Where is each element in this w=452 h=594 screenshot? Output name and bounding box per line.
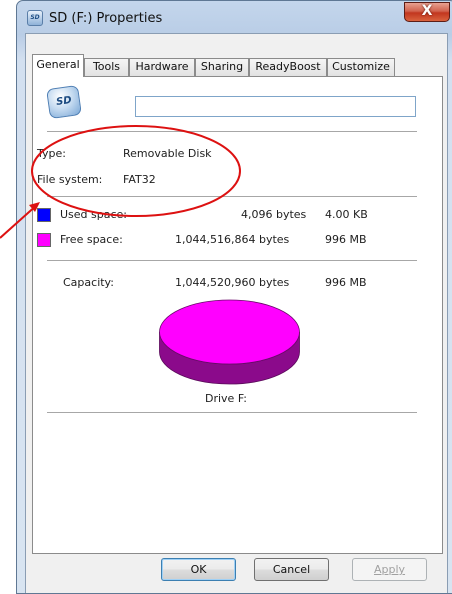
general-tab-panel: SD Type: Removable Disk File system: FAT… <box>32 76 443 554</box>
separator <box>47 196 417 197</box>
free-space-size: 996 MB <box>325 233 367 246</box>
capacity-label: Capacity: <box>63 276 114 289</box>
close-button[interactable]: X <box>404 2 450 22</box>
tab-customize[interactable]: Customize <box>327 58 395 76</box>
separator <box>47 131 417 132</box>
free-space-swatch <box>37 233 51 247</box>
disk-usage-pie-chart <box>159 299 300 385</box>
drive-label: Drive F: <box>205 392 248 405</box>
capacity-bytes: 1,044,520,960 bytes <box>175 276 290 289</box>
pie-free-slice <box>159 299 300 365</box>
dialog-client: General Tools Hardware Sharing ReadyBoos… <box>25 33 448 593</box>
used-space-label: Used space: <box>60 208 128 221</box>
sd-card-icon: SD <box>46 84 82 120</box>
used-space-bytes: 4,096 bytes <box>241 208 307 221</box>
tab-readyboost[interactable]: ReadyBoost <box>249 58 327 76</box>
tab-hardware[interactable]: Hardware <box>129 58 195 76</box>
capacity-size: 996 MB <box>325 276 367 289</box>
file-system-label: File system: <box>37 173 103 186</box>
file-system-value: FAT32 <box>123 173 156 186</box>
type-value: Removable Disk <box>123 147 212 160</box>
type-label: Type: <box>37 147 66 160</box>
window-title: SD (F:) Properties <box>49 11 163 26</box>
sd-card-icon: SD <box>27 10 43 26</box>
tab-general[interactable]: General <box>32 54 84 77</box>
cancel-button[interactable]: Cancel <box>254 558 329 581</box>
free-space-label: Free space: <box>60 233 123 246</box>
tab-tools[interactable]: Tools <box>84 58 129 76</box>
drive-name-input[interactable] <box>135 96 416 117</box>
title-bar[interactable]: SD SD (F:) Properties X <box>17 1 452 34</box>
separator <box>47 260 417 261</box>
used-space-size: 4.00 KB <box>325 208 368 221</box>
properties-window: SD SD (F:) Properties X General Tools Ha… <box>16 0 452 594</box>
separator <box>47 412 417 413</box>
used-space-swatch <box>37 208 51 222</box>
apply-button[interactable]: Apply <box>352 558 427 581</box>
ok-button[interactable]: OK <box>161 558 236 581</box>
free-space-bytes: 1,044,516,864 bytes <box>175 233 290 246</box>
tab-sharing[interactable]: Sharing <box>195 58 249 76</box>
